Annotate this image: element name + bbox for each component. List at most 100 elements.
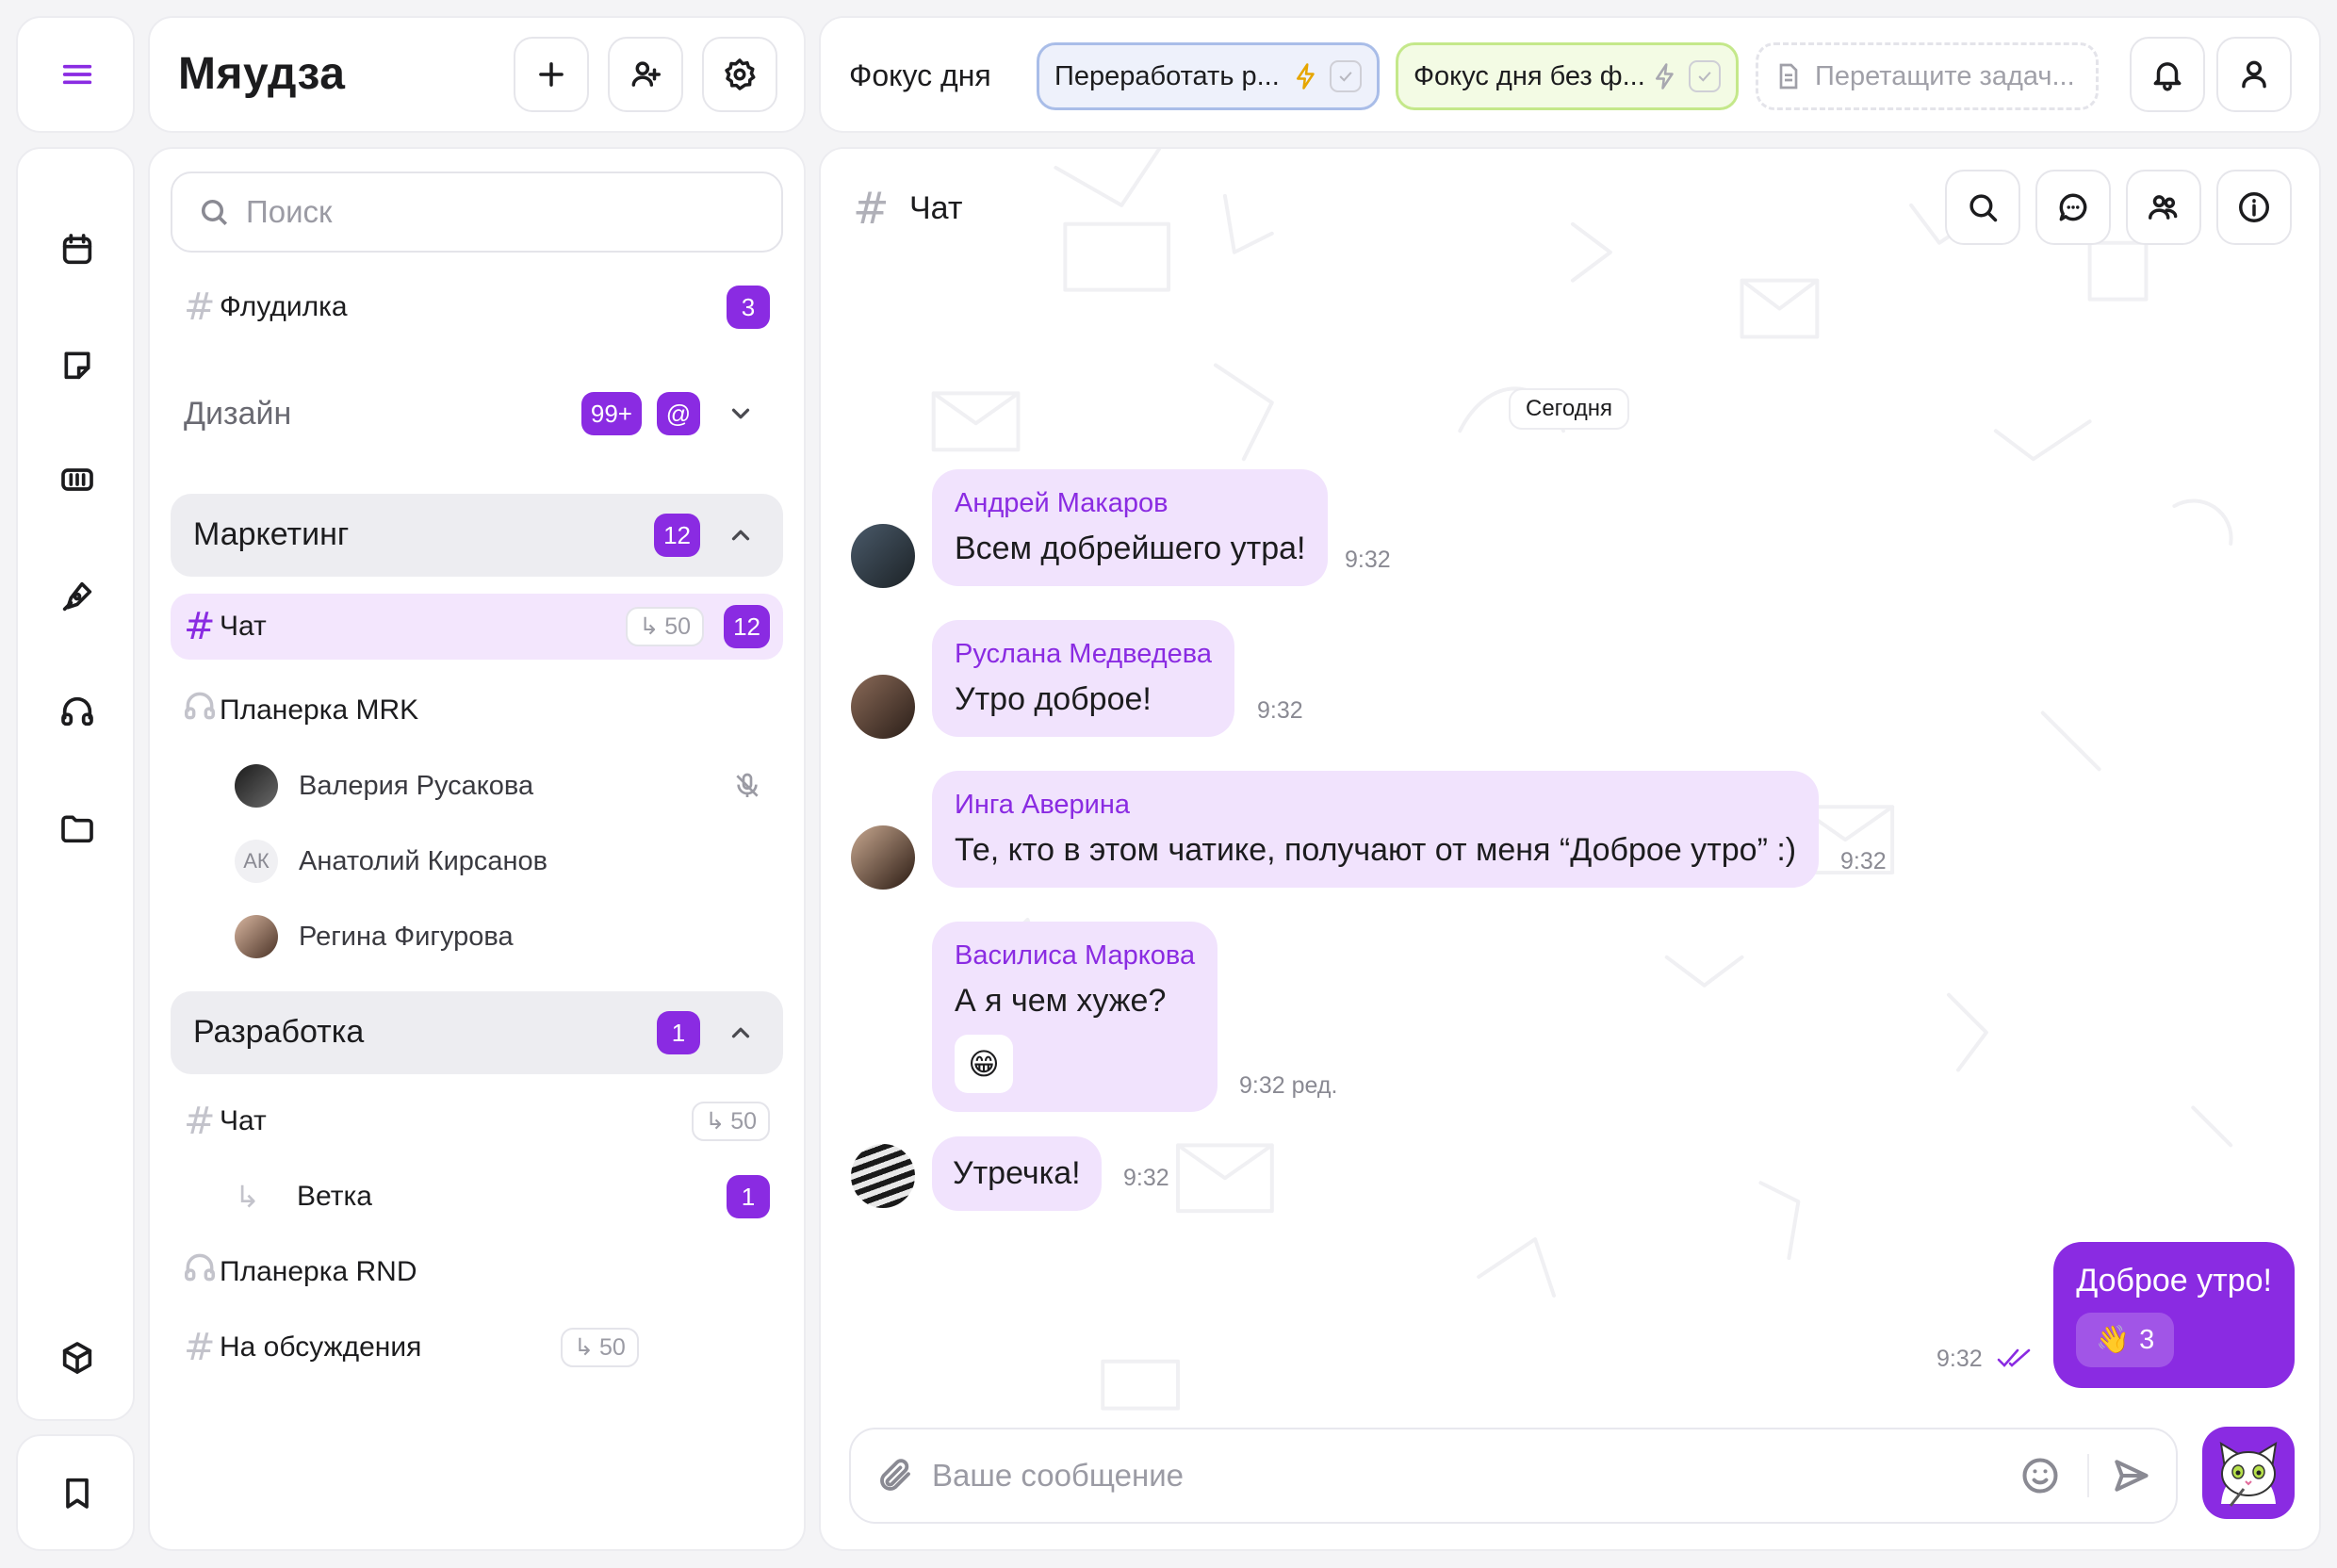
message-bubble[interactable]: Василиса Маркова А я чем хуже? 😁 [932,922,1218,1112]
add-user-icon [631,61,661,87]
notifications-button[interactable] [2130,37,2205,112]
focus-task-label: Переработать р... [1054,60,1280,91]
folder-icon[interactable] [44,795,110,861]
bolt-icon [1297,63,1315,90]
voice-channel-rnd[interactable]: Планерка RND [171,1244,783,1300]
focus-title: Фокус дня [849,58,991,92]
avatar [235,764,278,808]
menu-icon[interactable] [44,41,110,107]
thread-label: Ветка [297,1181,372,1212]
focus-task-chip[interactable]: Переработать р... [1037,42,1380,110]
nav-rail [16,147,135,1421]
assistant-cat-button[interactable] [2202,1427,2295,1519]
checkbox[interactable] [1689,60,1721,92]
group-marketing[interactable]: Маркетинг 12 [171,494,783,577]
thread-count-badge: ↳ 50 [561,1328,639,1367]
message-bubble[interactable]: Утречка! [932,1136,1102,1211]
reaction-emoji: 👋 [2096,1325,2131,1355]
thread-vetka[interactable]: ↳ Ветка 1 [171,1168,783,1225]
avatar[interactable] [851,825,915,890]
message-text: Утро доброе! [955,681,1152,717]
group-development[interactable]: Разработка 1 [171,991,783,1074]
note-icon[interactable] [44,332,110,398]
profile-button[interactable] [2216,37,2292,112]
paperclip-icon[interactable] [875,1456,915,1495]
avatar[interactable] [851,675,915,739]
drop-task-zone[interactable]: Перетащите задач... [1756,42,2099,110]
divider [2087,1454,2089,1497]
unread-badge: 3 [727,286,770,329]
group-design[interactable]: Дизайн 99+ @ [171,381,783,447]
message-bubble[interactable]: Андрей Макаров Всем добрейшего утра! [932,469,1329,586]
search-box[interactable] [171,172,783,253]
search-input[interactable] [246,194,736,230]
voice-member[interactable]: Валерия Русакова [171,758,783,814]
hash-icon: # [853,183,890,234]
member-name: Валерия Русакова [299,770,534,801]
message-text: Доброе утро! [2076,1263,2272,1298]
reaction-button[interactable]: 😁 [955,1035,1013,1093]
message-bubble[interactable]: Инга Аверина Те, кто в этом чатике, полу… [932,771,1820,888]
voice-member[interactable]: Регина Фигурова [171,908,783,965]
channel-marketing-chat[interactable]: # Чат ↳ 50 12 [171,594,783,660]
board-icon[interactable] [44,447,110,513]
voice-channel-mrk[interactable]: Планерка MRK [171,682,783,739]
unread-badge: 12 [654,514,700,557]
chevron-down-icon[interactable] [727,400,755,428]
message-author[interactable]: Инга Аверина [955,790,1796,821]
thread-count: 50 [730,1107,757,1135]
message-author[interactable]: Андрей Макаров [955,488,1305,519]
users-icon [2149,195,2178,220]
bookmark-icon[interactable] [44,1460,110,1526]
channel-discussion[interactable]: # На обсуждения ↳ 50 [171,1319,783,1376]
channel-fludilka[interactable]: # Флудилка 3 [171,279,783,335]
message-text: А я чем хуже? [955,983,1167,1019]
chevron-up-icon[interactable] [727,521,755,549]
headphones-icon[interactable] [44,678,110,744]
chat-bubble-icon [2059,193,2087,221]
checkbox[interactable] [1330,60,1362,92]
pen-icon[interactable] [44,564,110,629]
message-author[interactable]: Василиса Маркова [955,940,1195,972]
info-button[interactable] [2216,170,2292,245]
thread-arrow-icon: ↳ [705,1108,726,1135]
add-button[interactable] [514,37,589,112]
headphones-icon [171,1250,220,1295]
message-author[interactable]: Руслана Медведева [955,639,1212,670]
unread-badge: 12 [724,605,770,648]
search-icon [1969,194,1998,222]
send-icon[interactable] [2110,1455,2151,1496]
voice-member[interactable]: АК Анатолий Кирсанов [171,833,783,890]
group-label: Маркетинг [193,516,350,552]
own-message-bubble[interactable]: Доброе утро! 👋 3 [2053,1242,2295,1388]
message-input[interactable] [932,1458,2019,1494]
channel-label: Флудилка [220,291,348,322]
calendar-icon[interactable] [44,217,110,283]
chevron-up-icon[interactable] [727,1019,755,1047]
focus-task-chip[interactable]: Фокус дня без ф... [1396,42,1739,110]
headphones-icon [171,688,220,733]
avatar[interactable] [851,524,915,588]
document-icon [1779,63,1798,90]
channel-dev-chat[interactable]: # Чат ↳ 50 [171,1093,783,1150]
member-name: Регина Фигурова [299,921,514,952]
channel-label: На обсуждения [220,1331,422,1363]
message-text: Те, кто в этом чатике, получают от меня … [955,832,1797,868]
chat-search-button[interactable] [1945,170,2020,245]
message-time: 9:32 [1123,1165,1169,1191]
chat-title: Чат [909,190,963,226]
emoji-icon[interactable] [2019,1455,2061,1496]
app-title: Мяудза [178,49,346,99]
avatar [235,915,278,958]
double-check-icon [1997,1348,2031,1367]
cube-icon[interactable] [44,1325,110,1391]
reaction-pill[interactable]: 👋 3 [2076,1313,2175,1367]
members-button[interactable] [2126,170,2201,245]
avatar[interactable] [851,1144,915,1208]
message-bubble[interactable]: Руслана Медведева Утро доброе! [932,620,1234,737]
plus-icon [539,62,564,87]
settings-button[interactable] [702,37,777,112]
threads-button[interactable] [2035,170,2111,245]
add-user-button[interactable] [608,37,683,112]
message-time: 9:32 [1345,547,1391,573]
